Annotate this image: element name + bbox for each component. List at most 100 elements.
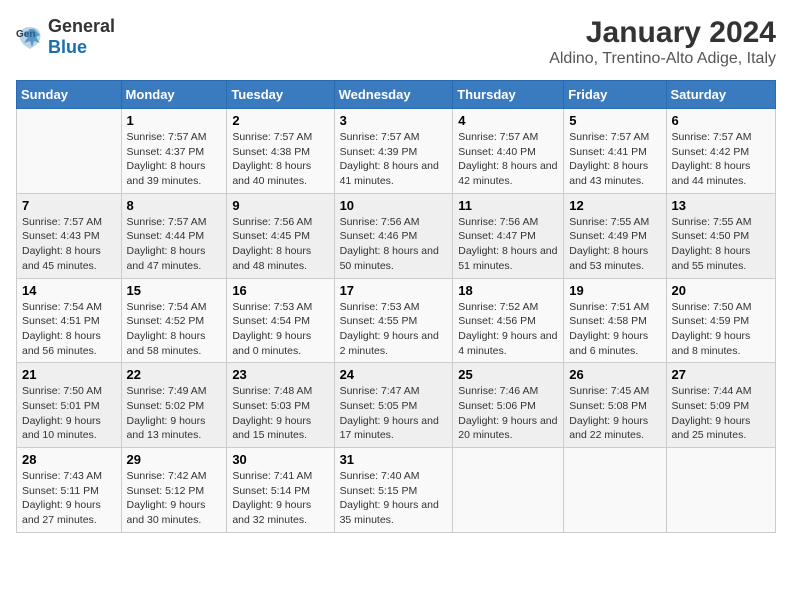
day-number: 26 bbox=[569, 367, 660, 382]
week-row-2: 7 Sunrise: 7:57 AMSunset: 4:43 PMDaylight… bbox=[17, 193, 776, 278]
day-info: Sunrise: 7:57 AMSunset: 4:40 PMDaylight:… bbox=[458, 130, 558, 189]
calendar-cell bbox=[564, 448, 666, 533]
calendar-cell: 11 Sunrise: 7:56 AMSunset: 4:47 PMDayligh… bbox=[453, 193, 564, 278]
day-number: 7 bbox=[22, 198, 116, 213]
calendar-cell: 24 Sunrise: 7:47 AMSunset: 5:05 PMDayligh… bbox=[334, 363, 453, 448]
day-number: 27 bbox=[672, 367, 770, 382]
calendar-cell: 10 Sunrise: 7:56 AMSunset: 4:46 PMDayligh… bbox=[334, 193, 453, 278]
logo: Gen General Blue bbox=[16, 16, 115, 58]
day-info: Sunrise: 7:53 AMSunset: 4:54 PMDaylight:… bbox=[232, 300, 328, 359]
day-number: 8 bbox=[127, 198, 222, 213]
header-day-friday: Friday bbox=[564, 81, 666, 109]
header: Gen General Blue January 2024 Aldino, Tr… bbox=[16, 16, 776, 68]
day-number: 9 bbox=[232, 198, 328, 213]
logo-blue: Blue bbox=[48, 37, 87, 57]
day-info: Sunrise: 7:47 AMSunset: 5:05 PMDaylight:… bbox=[340, 384, 448, 443]
calendar-cell: 18 Sunrise: 7:52 AMSunset: 4:56 PMDayligh… bbox=[453, 278, 564, 363]
day-info: Sunrise: 7:57 AMSunset: 4:38 PMDaylight:… bbox=[232, 130, 328, 189]
calendar-cell: 7 Sunrise: 7:57 AMSunset: 4:43 PMDaylight… bbox=[17, 193, 122, 278]
day-number: 22 bbox=[127, 367, 222, 382]
calendar-cell: 31 Sunrise: 7:40 AMSunset: 5:15 PMDayligh… bbox=[334, 448, 453, 533]
week-row-1: 1 Sunrise: 7:57 AMSunset: 4:37 PMDaylight… bbox=[17, 109, 776, 194]
day-info: Sunrise: 7:53 AMSunset: 4:55 PMDaylight:… bbox=[340, 300, 448, 359]
calendar-cell: 29 Sunrise: 7:42 AMSunset: 5:12 PMDayligh… bbox=[121, 448, 227, 533]
calendar-cell: 13 Sunrise: 7:55 AMSunset: 4:50 PMDayligh… bbox=[666, 193, 775, 278]
calendar-cell: 16 Sunrise: 7:53 AMSunset: 4:54 PMDayligh… bbox=[227, 278, 334, 363]
calendar-cell: 4Sunrise: 7:57 AMSunset: 4:40 PMDaylight… bbox=[453, 109, 564, 194]
calendar-cell: 30 Sunrise: 7:41 AMSunset: 5:14 PMDayligh… bbox=[227, 448, 334, 533]
week-row-5: 28Sunrise: 7:43 AMSunset: 5:11 PMDayligh… bbox=[17, 448, 776, 533]
header-row: SundayMondayTuesdayWednesdayThursdayFrid… bbox=[17, 81, 776, 109]
calendar-cell: 20 Sunrise: 7:50 AMSunset: 4:59 PMDayligh… bbox=[666, 278, 775, 363]
header-day-sunday: Sunday bbox=[17, 81, 122, 109]
calendar-cell: 17 Sunrise: 7:53 AMSunset: 4:55 PMDayligh… bbox=[334, 278, 453, 363]
day-number: 30 bbox=[232, 452, 328, 467]
day-number: 16 bbox=[232, 283, 328, 298]
day-info: Sunrise: 7:41 AMSunset: 5:14 PMDaylight:… bbox=[232, 469, 328, 528]
day-number: 17 bbox=[340, 283, 448, 298]
day-number: 15 bbox=[127, 283, 222, 298]
header-day-thursday: Thursday bbox=[453, 81, 564, 109]
day-number: 1 bbox=[127, 113, 222, 128]
day-number: 24 bbox=[340, 367, 448, 382]
header-day-monday: Monday bbox=[121, 81, 227, 109]
day-number: 18 bbox=[458, 283, 558, 298]
header-day-saturday: Saturday bbox=[666, 81, 775, 109]
calendar-cell: 1 Sunrise: 7:57 AMSunset: 4:37 PMDaylight… bbox=[121, 109, 227, 194]
day-info: Sunrise: 7:44 AMSunset: 5:09 PMDaylight:… bbox=[672, 384, 770, 443]
day-info: Sunrise: 7:52 AMSunset: 4:56 PMDaylight:… bbox=[458, 300, 558, 359]
day-info: Sunrise: 7:43 AMSunset: 5:11 PMDaylight:… bbox=[22, 469, 116, 528]
day-number: 13 bbox=[672, 198, 770, 213]
day-info: Sunrise: 7:50 AMSunset: 4:59 PMDaylight:… bbox=[672, 300, 770, 359]
day-info: Sunrise: 7:48 AMSunset: 5:03 PMDaylight:… bbox=[232, 384, 328, 443]
day-number: 25 bbox=[458, 367, 558, 382]
day-number: 29 bbox=[127, 452, 222, 467]
day-number: 19 bbox=[569, 283, 660, 298]
day-info: Sunrise: 7:42 AMSunset: 5:12 PMDaylight:… bbox=[127, 469, 222, 528]
day-info: Sunrise: 7:57 AMSunset: 4:42 PMDaylight:… bbox=[672, 130, 770, 189]
calendar-cell: 14Sunrise: 7:54 AMSunset: 4:51 PMDayligh… bbox=[17, 278, 122, 363]
day-number: 2 bbox=[232, 113, 328, 128]
calendar-table: SundayMondayTuesdayWednesdayThursdayFrid… bbox=[16, 80, 776, 533]
calendar-cell: 26 Sunrise: 7:45 AMSunset: 5:08 PMDayligh… bbox=[564, 363, 666, 448]
calendar-cell: 23 Sunrise: 7:48 AMSunset: 5:03 PMDayligh… bbox=[227, 363, 334, 448]
day-number: 10 bbox=[340, 198, 448, 213]
day-info: Sunrise: 7:55 AMSunset: 4:49 PMDaylight:… bbox=[569, 215, 660, 274]
day-info: Sunrise: 7:49 AMSunset: 5:02 PMDaylight:… bbox=[127, 384, 222, 443]
day-info: Sunrise: 7:57 AMSunset: 4:43 PMDaylight:… bbox=[22, 215, 116, 274]
day-number: 20 bbox=[672, 283, 770, 298]
day-info: Sunrise: 7:40 AMSunset: 5:15 PMDaylight:… bbox=[340, 469, 448, 528]
day-number: 14 bbox=[22, 283, 116, 298]
day-number: 11 bbox=[458, 198, 558, 213]
day-info: Sunrise: 7:57 AMSunset: 4:37 PMDaylight:… bbox=[127, 130, 222, 189]
day-number: 12 bbox=[569, 198, 660, 213]
day-info: Sunrise: 7:57 AMSunset: 4:44 PMDaylight:… bbox=[127, 215, 222, 274]
calendar-cell bbox=[666, 448, 775, 533]
calendar-cell: 12 Sunrise: 7:55 AMSunset: 4:49 PMDayligh… bbox=[564, 193, 666, 278]
calendar-cell: 21Sunrise: 7:50 AMSunset: 5:01 PMDayligh… bbox=[17, 363, 122, 448]
day-info: Sunrise: 7:46 AMSunset: 5:06 PMDaylight:… bbox=[458, 384, 558, 443]
calendar-cell: 19Sunrise: 7:51 AMSunset: 4:58 PMDayligh… bbox=[564, 278, 666, 363]
day-info: Sunrise: 7:56 AMSunset: 4:47 PMDaylight:… bbox=[458, 215, 558, 274]
calendar-cell: 25 Sunrise: 7:46 AMSunset: 5:06 PMDayligh… bbox=[453, 363, 564, 448]
day-info: Sunrise: 7:55 AMSunset: 4:50 PMDaylight:… bbox=[672, 215, 770, 274]
logo-text: General Blue bbox=[48, 16, 115, 58]
calendar-subtitle: Aldino, Trentino-Alto Adige, Italy bbox=[549, 50, 776, 68]
title-area: January 2024 Aldino, Trentino-Alto Adige… bbox=[549, 16, 776, 68]
header-day-wednesday: Wednesday bbox=[334, 81, 453, 109]
day-info: Sunrise: 7:54 AMSunset: 4:52 PMDaylight:… bbox=[127, 300, 222, 359]
calendar-title: January 2024 bbox=[549, 16, 776, 50]
calendar-cell: 5Sunrise: 7:57 AMSunset: 4:41 PMDaylight… bbox=[564, 109, 666, 194]
day-number: 23 bbox=[232, 367, 328, 382]
day-info: Sunrise: 7:56 AMSunset: 4:46 PMDaylight:… bbox=[340, 215, 448, 274]
calendar-cell: 28Sunrise: 7:43 AMSunset: 5:11 PMDayligh… bbox=[17, 448, 122, 533]
day-number: 31 bbox=[340, 452, 448, 467]
day-info: Sunrise: 7:56 AMSunset: 4:45 PMDaylight:… bbox=[232, 215, 328, 274]
day-info: Sunrise: 7:45 AMSunset: 5:08 PMDaylight:… bbox=[569, 384, 660, 443]
calendar-cell bbox=[453, 448, 564, 533]
day-number: 3 bbox=[340, 113, 448, 128]
week-row-3: 14Sunrise: 7:54 AMSunset: 4:51 PMDayligh… bbox=[17, 278, 776, 363]
calendar-cell: 9 Sunrise: 7:56 AMSunset: 4:45 PMDaylight… bbox=[227, 193, 334, 278]
calendar-cell: 27 Sunrise: 7:44 AMSunset: 5:09 PMDayligh… bbox=[666, 363, 775, 448]
day-info: Sunrise: 7:57 AMSunset: 4:41 PMDaylight:… bbox=[569, 130, 660, 189]
